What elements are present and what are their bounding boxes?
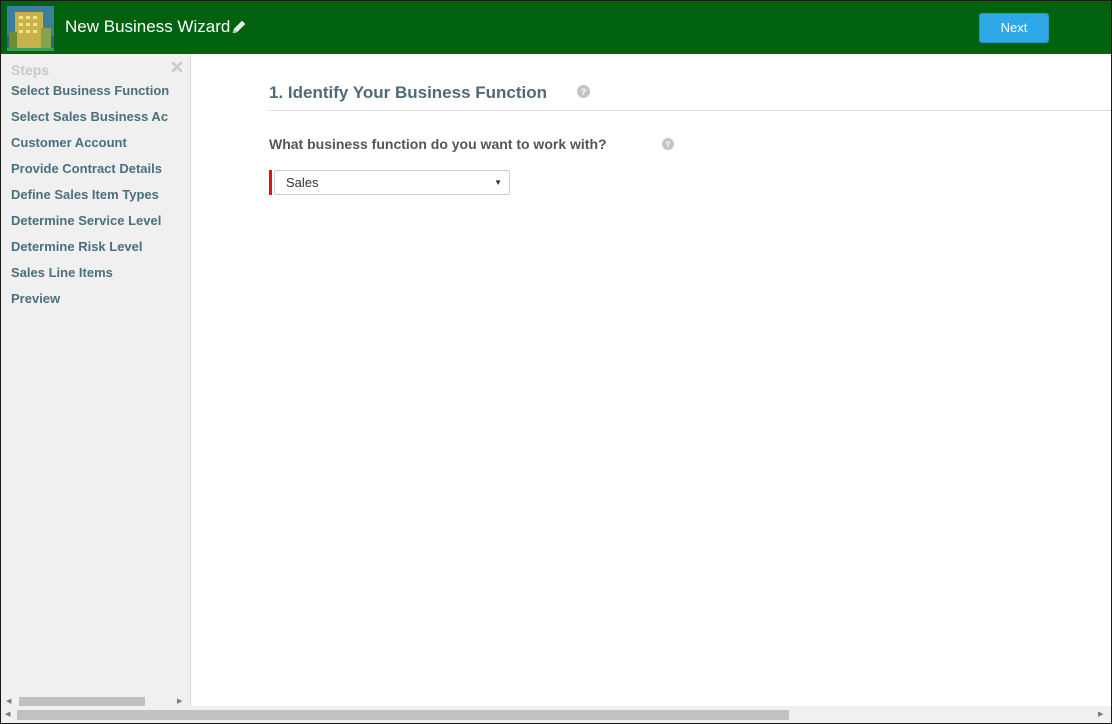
page-horizontal-scrollbar[interactable]: ◀ ▶ — [1, 706, 1111, 723]
steps-heading: Steps — [11, 62, 50, 78]
step-select-sales-business[interactable]: Select Sales Business Ac — [1, 108, 190, 134]
close-icon[interactable] — [171, 61, 183, 73]
help-icon[interactable]: ? — [662, 138, 674, 150]
scroll-left-arrow-icon[interactable]: ◀ — [6, 698, 11, 706]
step-sales-line-items[interactable]: Sales Line Items — [1, 264, 190, 290]
question-label: What business function do you want to wo… — [269, 136, 607, 152]
svg-text:?: ? — [665, 139, 670, 149]
step-select-business-function[interactable]: Select Business Function — [1, 82, 190, 108]
building-logo — [7, 6, 54, 51]
step-list: Select Business Function Select Sales Bu… — [1, 82, 190, 316]
section-divider — [269, 110, 1111, 111]
pencil-icon[interactable] — [231, 19, 247, 35]
next-button[interactable]: Next — [979, 13, 1049, 43]
main-content: 1. Identify Your Business Function ? Wha… — [191, 54, 1111, 706]
step-provide-contract-details[interactable]: Provide Contract Details — [1, 160, 190, 186]
business-function-select[interactable]: Sales ▼ — [274, 170, 510, 195]
step-customer-account[interactable]: Customer Account — [1, 134, 190, 160]
scroll-right-arrow-icon[interactable]: ▶ — [177, 698, 182, 706]
wizard-window: New Business Wizard Next Steps Select Bu… — [0, 0, 1112, 724]
help-icon[interactable]: ? — [577, 85, 590, 98]
steps-sidebar: Steps Select Business Function Select Sa… — [1, 54, 191, 723]
page-scroll-thumb[interactable] — [17, 710, 789, 720]
step-determine-risk-level[interactable]: Determine Risk Level — [1, 238, 190, 264]
header-bar: New Business Wizard Next — [1, 1, 1111, 54]
scroll-left-arrow-icon[interactable]: ◀ — [5, 711, 10, 719]
step-preview[interactable]: Preview — [1, 290, 190, 316]
step-define-sales-item-types[interactable]: Define Sales Item Types — [1, 186, 190, 212]
app-title: New Business Wizard — [65, 17, 231, 36]
required-indicator — [269, 170, 272, 195]
select-value: Sales — [286, 175, 319, 190]
section-title: 1. Identify Your Business Function — [269, 83, 548, 102]
step-determine-service-level[interactable]: Determine Service Level — [1, 212, 190, 238]
caret-down-icon: ▼ — [494, 178, 502, 187]
scroll-right-arrow-icon[interactable]: ▶ — [1098, 711, 1103, 719]
svg-text:?: ? — [581, 87, 587, 97]
